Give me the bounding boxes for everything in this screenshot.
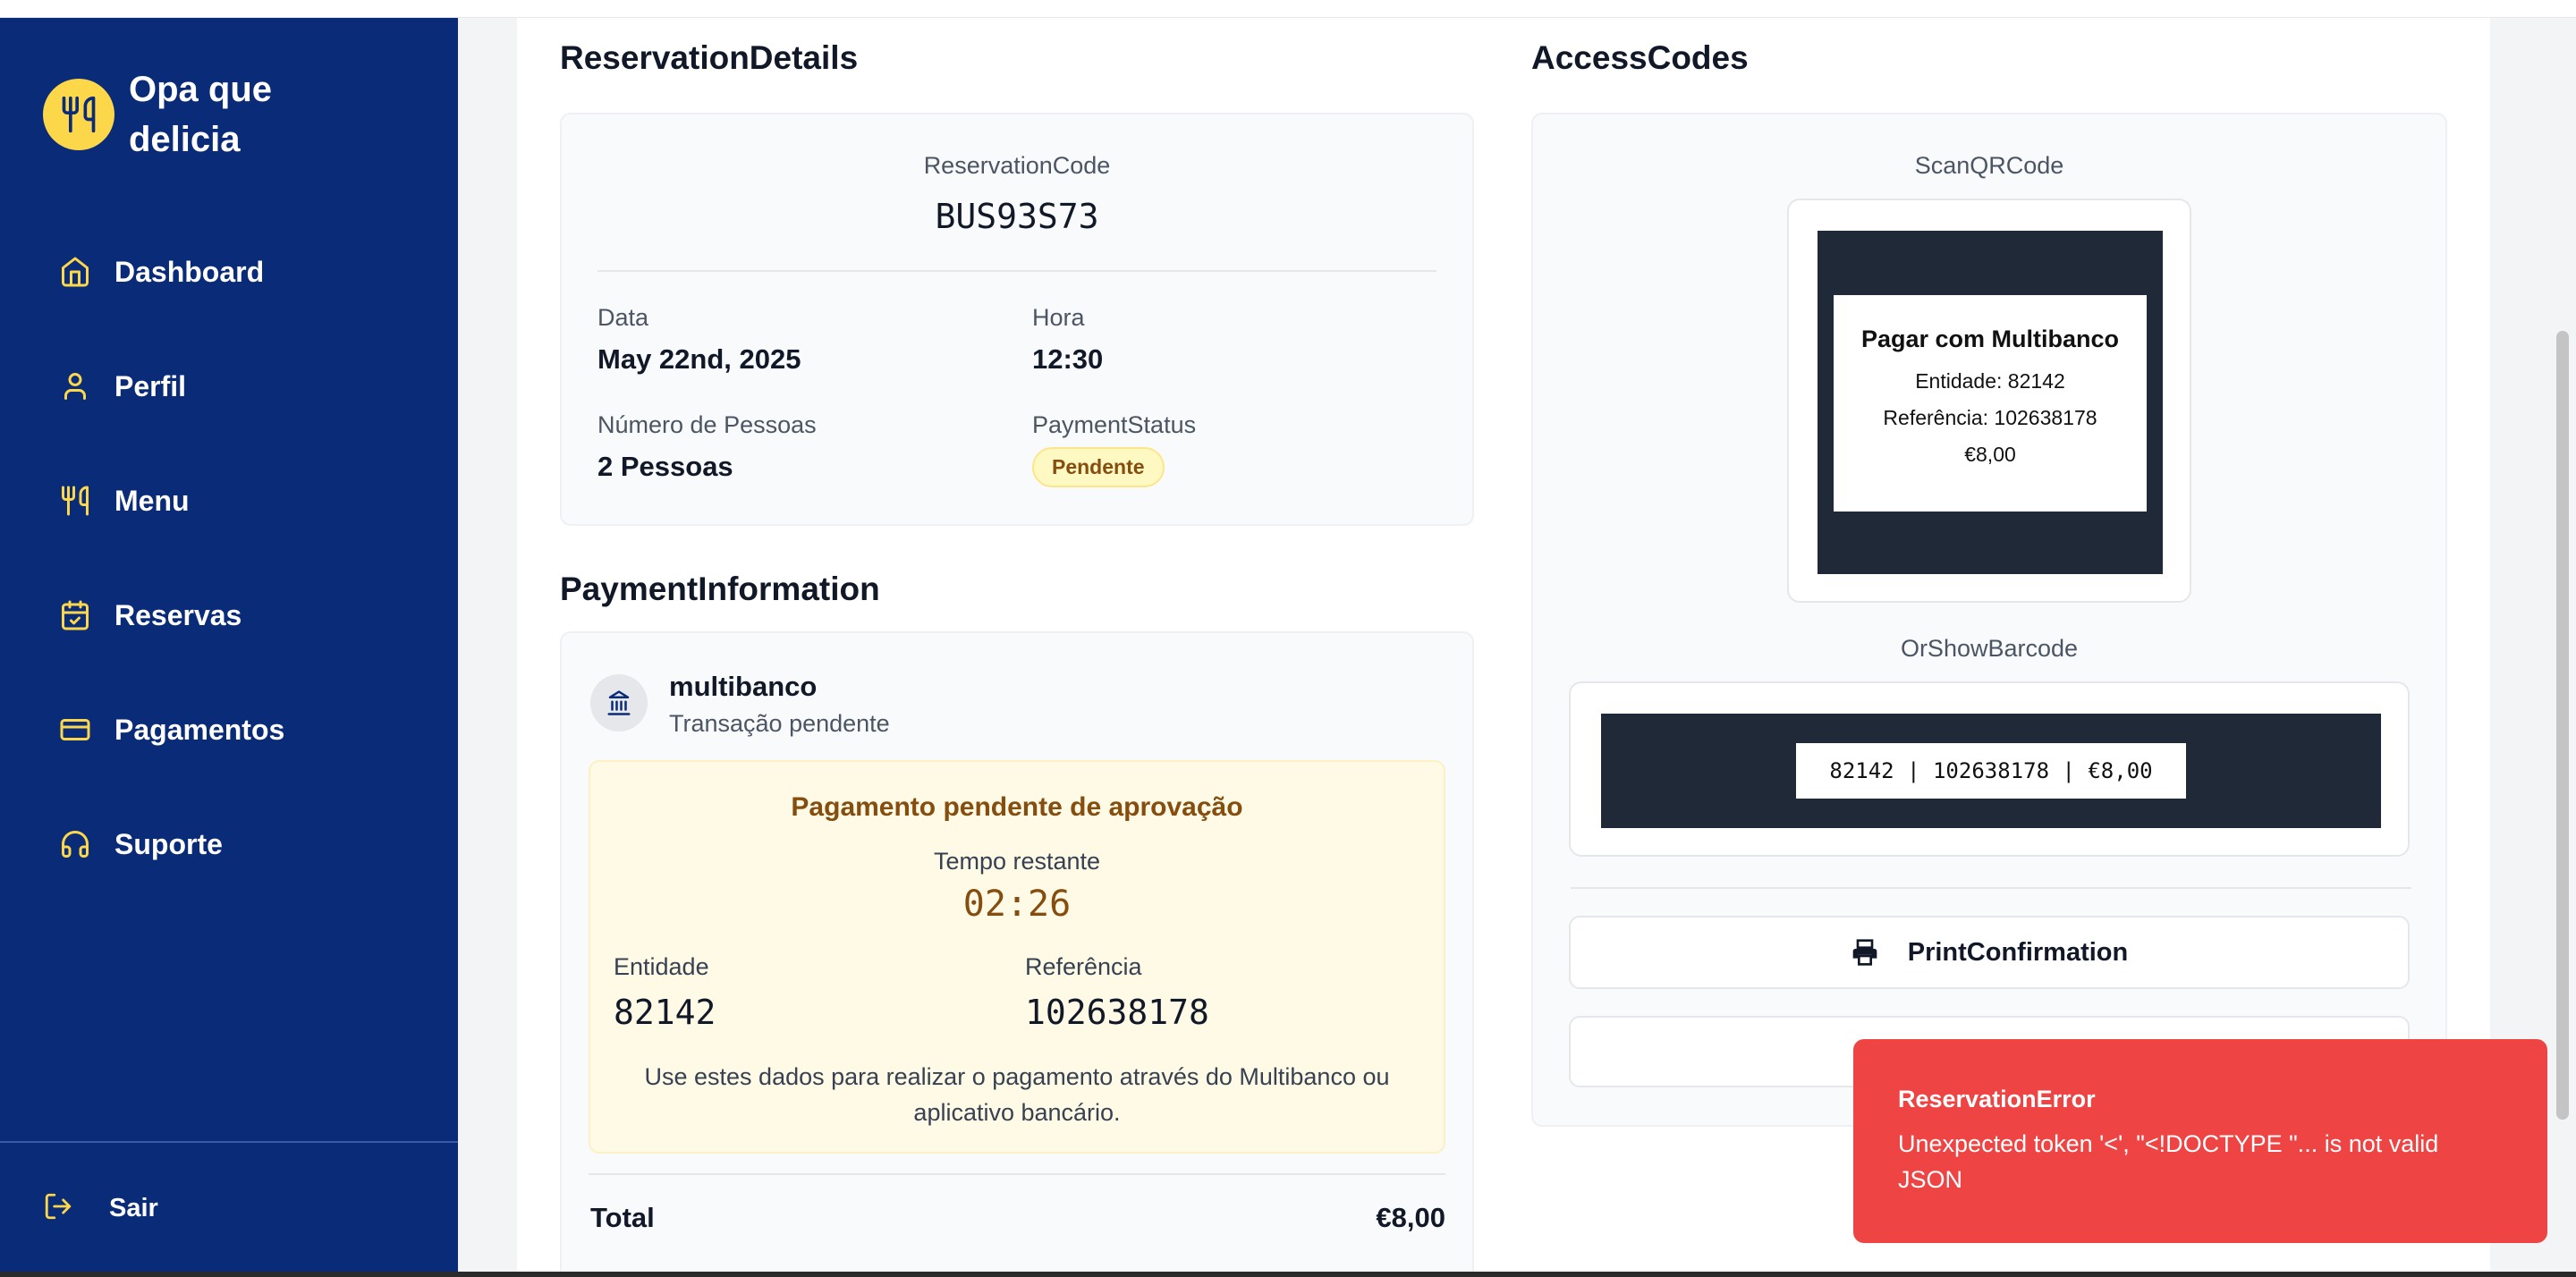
qr-title: Pagar com Multibanco	[1860, 326, 2120, 352]
bottom-edge	[0, 1272, 2576, 1277]
logout-icon	[43, 1191, 73, 1226]
entity-label: Entidade	[614, 953, 709, 980]
user-icon	[57, 368, 93, 404]
sidebar-item-suporte[interactable]: Suporte	[0, 787, 458, 901]
toast-message: Unexpected token '<', "<!DOCTYPE "... is…	[1898, 1130, 2439, 1193]
remaining-label: Tempo restante	[933, 848, 1101, 875]
access-divider	[1571, 887, 2411, 889]
sidebar: Opa que delicia Dashboard Perfil Menu Re…	[0, 18, 458, 1272]
calendar-check-icon	[57, 597, 93, 633]
barcode: 82142 | 102638178 | €8,00	[1601, 714, 2381, 828]
sidebar-item-menu[interactable]: Menu	[0, 444, 458, 558]
barcode-frame: 82142 | 102638178 | €8,00	[1569, 681, 2410, 857]
payment-status-label: PaymentStatus	[1032, 411, 1197, 438]
reservation-code: BUS93S73	[935, 197, 1099, 236]
total-label: Total	[590, 1202, 655, 1233]
reference-label: Referência	[1025, 953, 1142, 980]
top-edge	[0, 0, 2576, 18]
brand-name: Opa que delicia	[129, 70, 273, 159]
qr-code-frame: Pagar com Multibanco Entidade: 82142 Ref…	[1787, 199, 2191, 603]
qr-amount: €8,00	[1964, 443, 2016, 466]
qr-code: Pagar com Multibanco Entidade: 82142 Ref…	[1818, 231, 2163, 574]
toast-title: ReservationError	[1898, 1086, 2096, 1112]
payment-method: multibanco	[669, 671, 818, 702]
sidebar-item-reservas[interactable]: Reservas	[0, 558, 458, 672]
sidebar-nav: Dashboard Perfil Menu Reservas Pagamento…	[0, 215, 458, 901]
qr-label: ScanQRCode	[1914, 152, 2064, 179]
reservation-details-title: ReservationDetails	[560, 39, 859, 76]
total-value: €8,00	[1376, 1202, 1445, 1233]
utensils-logo-icon	[43, 79, 114, 150]
access-codes-title: AccessCodes	[1531, 39, 1749, 76]
payment-information-title: PaymentInformation	[560, 571, 880, 607]
sidebar-item-label: Dashboard	[114, 255, 265, 288]
payment-instructions: Use estes dados para realizar o pagament…	[644, 1063, 1390, 1126]
utensils-icon	[57, 483, 93, 519]
card-divider	[597, 270, 1436, 272]
qr-payment-details: Pagar com Multibanco Entidade: 82142 Ref…	[1834, 295, 2147, 512]
scrollbar-thumb[interactable]	[2556, 331, 2569, 1120]
sidebar-item-label: Suporte	[114, 827, 223, 860]
credit-card-icon	[57, 712, 93, 748]
sidebar-divider	[0, 1141, 458, 1143]
home-icon	[57, 254, 93, 290]
print-confirmation-button[interactable]: PrintConfirmation	[1569, 916, 2410, 989]
date-value: May 22nd, 2025	[597, 343, 801, 375]
countdown-timer: 02:26	[962, 884, 1072, 925]
print-confirmation-label: PrintConfirmation	[1907, 937, 2129, 967]
printer-icon	[1851, 938, 1879, 967]
sidebar-item-label: Perfil	[114, 369, 187, 402]
reservation-code-label: ReservationCode	[923, 152, 1111, 179]
date-label: Data	[597, 304, 649, 331]
sidebar-item-label: Pagamentos	[114, 713, 285, 746]
qr-entity: Entidade: 82142	[1915, 369, 2065, 393]
barcode-label: OrShowBarcode	[1900, 635, 2079, 662]
people-value: 2 Pessoas	[597, 451, 733, 482]
bank-icon	[590, 674, 648, 732]
logout-button[interactable]: Sair	[43, 1191, 158, 1226]
sidebar-item-dashboard[interactable]: Dashboard	[0, 215, 458, 329]
time-value: 12:30	[1032, 343, 1104, 375]
sidebar-item-label: Reservas	[114, 598, 242, 631]
sidebar-item-label: Menu	[114, 484, 190, 517]
time-label: Hora	[1032, 304, 1085, 331]
status-badge: Pendente	[1032, 447, 1165, 487]
headset-icon	[57, 826, 93, 862]
entity-value: 82142	[614, 993, 716, 1032]
brand[interactable]: Opa que delicia	[43, 64, 326, 165]
reference-value: 102638178	[1025, 993, 1209, 1032]
pending-title: Pagamento pendente de aprovação	[791, 792, 1243, 822]
pending-payment-box: Pagamento pendente de aprovação Tempo re…	[589, 760, 1445, 1154]
qr-reference: Referência: 102638178	[1883, 406, 2097, 429]
reservation-card: ReservationCode BUS93S73 Data May 22nd, …	[560, 113, 1474, 526]
sidebar-item-pagamentos[interactable]: Pagamentos	[0, 672, 458, 787]
payment-method-status: Transação pendente	[669, 710, 890, 737]
barcode-text: 82142 | 102638178 | €8,00	[1796, 743, 2186, 799]
error-toast[interactable]: ReservationError Unexpected token '<', "…	[1853, 1039, 2547, 1243]
people-label: Número de Pessoas	[597, 411, 817, 438]
logout-label: Sair	[109, 1194, 158, 1222]
total-divider	[589, 1173, 1445, 1175]
sidebar-item-perfil[interactable]: Perfil	[0, 329, 458, 444]
